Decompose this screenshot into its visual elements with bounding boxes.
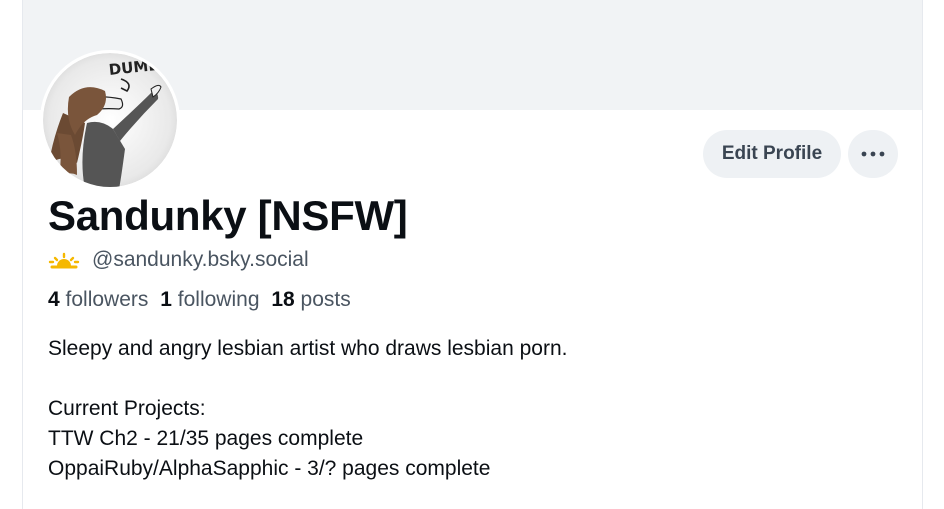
sun-behind-cloud-icon bbox=[48, 252, 80, 269]
profile-card: DUMB Edit Profile Sandunky [NSFW] @sandu… bbox=[22, 0, 923, 509]
posts-count: 18 bbox=[271, 288, 295, 311]
following-label: following bbox=[177, 288, 260, 311]
avatar[interactable]: DUMB bbox=[40, 50, 180, 190]
bio-line: TTW Ch2 - 21/35 pages complete bbox=[48, 427, 364, 450]
bio-line: Current Projects: bbox=[48, 397, 206, 420]
profile-handle[interactable]: @sandunky.bsky.social bbox=[92, 248, 309, 272]
profile-stats: 4 followers 1 following 18 posts bbox=[48, 288, 357, 312]
handle-row: @sandunky.bsky.social bbox=[48, 246, 309, 274]
posts-label: posts bbox=[300, 288, 351, 311]
display-name: Sandunky [NSFW] bbox=[48, 192, 408, 239]
ellipsis-icon bbox=[861, 151, 885, 157]
followers-count: 4 bbox=[48, 288, 60, 311]
bio-line: OppaiRuby/AlphaSapphic - 3/? pages compl… bbox=[48, 457, 491, 480]
edit-profile-button[interactable]: Edit Profile bbox=[703, 130, 841, 178]
following-count: 1 bbox=[160, 288, 172, 311]
posts-stat: 18 posts bbox=[271, 288, 350, 311]
bio-line: Sleepy and angry lesbian artist who draw… bbox=[48, 337, 568, 360]
followers-label: followers bbox=[65, 288, 149, 311]
profile-bio: Sleepy and angry lesbian artist who draw… bbox=[48, 334, 567, 484]
followers-stat[interactable]: 4 followers bbox=[48, 288, 148, 311]
more-options-button[interactable] bbox=[848, 130, 898, 178]
following-stat[interactable]: 1 following bbox=[160, 288, 259, 311]
